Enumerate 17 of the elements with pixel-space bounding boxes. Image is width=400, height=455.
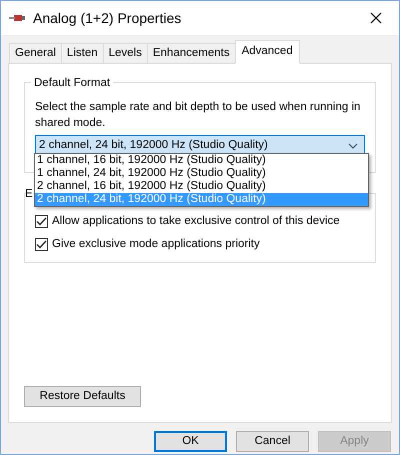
checkbox-label: Give exclusive mode applications priority bbox=[52, 237, 260, 252]
checkbox-label: Allow applications to take exclusive control of this device bbox=[52, 214, 340, 229]
dropdown-option[interactable]: 1 channel, 24 bit, 192000 Hz (Studio Quality) bbox=[35, 167, 368, 180]
chevron-down-icon bbox=[348, 142, 358, 148]
restore-defaults-button[interactable]: Restore Defaults bbox=[24, 386, 141, 407]
speaker-plug-icon bbox=[9, 13, 25, 23]
tab[interactable]: Advanced bbox=[234, 40, 300, 64]
dialog-button[interactable]: Cancel bbox=[236, 431, 309, 452]
tab[interactable]: General bbox=[9, 43, 62, 63]
checkbox[interactable] bbox=[35, 215, 48, 228]
close-icon bbox=[370, 12, 382, 24]
checkbox[interactable] bbox=[35, 238, 48, 252]
window-title: Analog (1+2) Properties bbox=[33, 8, 182, 28]
dialog-button[interactable]: OK bbox=[154, 431, 227, 452]
dropdown-option[interactable]: 2 channel, 16 bit, 192000 Hz (Studio Quality) bbox=[35, 180, 368, 193]
description-text: Select the sample rate and bit depth to be used when running in shared mode. bbox=[35, 100, 362, 131]
dropdown-option[interactable]: 1 channel, 16 bit, 192000 Hz (Studio Quality) bbox=[35, 154, 368, 167]
